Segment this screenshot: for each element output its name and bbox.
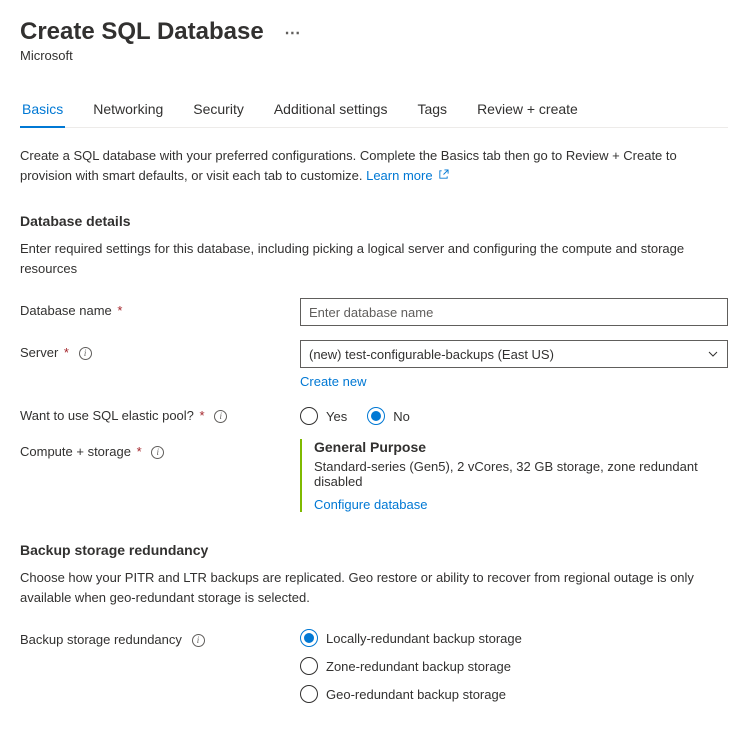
info-icon[interactable]: i	[214, 410, 227, 423]
info-icon[interactable]: i	[151, 446, 164, 459]
info-icon[interactable]: i	[79, 347, 92, 360]
tab-networking[interactable]: Networking	[91, 93, 165, 127]
radio-icon	[367, 407, 385, 425]
compute-storage-label-text: Compute + storage	[20, 444, 131, 459]
elastic-yes-label: Yes	[326, 409, 347, 424]
tab-basics[interactable]: Basics	[20, 93, 65, 127]
elastic-pool-radio-group: Yes No	[300, 403, 728, 425]
tab-tags[interactable]: Tags	[415, 93, 449, 127]
database-details-header: Database details	[20, 213, 728, 229]
tab-review-create[interactable]: Review + create	[475, 93, 580, 127]
radio-icon	[300, 407, 318, 425]
subtitle: Microsoft	[20, 48, 728, 63]
backup-zone-label: Zone-redundant backup storage	[326, 659, 511, 674]
server-label-text: Server	[20, 345, 58, 360]
db-name-label-text: Database name	[20, 303, 112, 318]
server-value: (new) test-configurable-backups (East US…	[309, 347, 554, 362]
required-mark: *	[64, 345, 69, 360]
db-name-input[interactable]	[300, 298, 728, 326]
more-icon[interactable]: ⋯	[284, 23, 300, 43]
backup-redundancy-label: Backup storage redundancy i	[20, 627, 300, 647]
backup-redundancy-label-text: Backup storage redundancy	[20, 632, 182, 647]
backup-local-label: Locally-redundant backup storage	[326, 631, 522, 646]
chevron-down-icon	[707, 348, 719, 360]
backup-geo-label: Geo-redundant backup storage	[326, 687, 506, 702]
backup-redundancy-radio-group: Locally-redundant backup storage Zone-re…	[300, 627, 728, 703]
required-mark: *	[200, 408, 205, 423]
learn-more-label: Learn more	[366, 168, 432, 183]
compute-description: Standard-series (Gen5), 2 vCores, 32 GB …	[314, 459, 728, 489]
elastic-no-label: No	[393, 409, 410, 424]
intro-text: Create a SQL database with your preferre…	[20, 146, 728, 185]
learn-more-link[interactable]: Learn more	[366, 168, 449, 183]
database-details-desc: Enter required settings for this databas…	[20, 239, 728, 278]
create-new-server-link[interactable]: Create new	[300, 374, 728, 389]
intro-body: Create a SQL database with your preferre…	[20, 148, 677, 183]
server-label: Server * i	[20, 340, 300, 360]
radio-icon	[300, 629, 318, 647]
backup-header: Backup storage redundancy	[20, 542, 728, 558]
title-text: Create SQL Database	[20, 18, 264, 45]
tabs: Basics Networking Security Additional se…	[20, 93, 728, 128]
compute-storage-label: Compute + storage * i	[20, 439, 300, 459]
info-icon[interactable]: i	[192, 634, 205, 647]
elastic-yes-radio[interactable]: Yes	[300, 407, 347, 425]
backup-desc: Choose how your PITR and LTR backups are…	[20, 568, 728, 607]
backup-local-radio[interactable]: Locally-redundant backup storage	[300, 629, 728, 647]
page-title: Create SQL Database ⋯	[20, 18, 728, 46]
server-select[interactable]: (new) test-configurable-backups (East US…	[300, 340, 728, 368]
compute-summary: General Purpose Standard-series (Gen5), …	[300, 439, 728, 512]
tab-additional-settings[interactable]: Additional settings	[272, 93, 390, 127]
external-link-icon	[438, 169, 449, 180]
db-name-label: Database name *	[20, 298, 300, 318]
compute-tier: General Purpose	[314, 439, 728, 455]
backup-zone-radio[interactable]: Zone-redundant backup storage	[300, 657, 728, 675]
radio-icon	[300, 657, 318, 675]
elastic-pool-label: Want to use SQL elastic pool? * i	[20, 403, 300, 423]
elastic-pool-label-text: Want to use SQL elastic pool?	[20, 408, 194, 423]
required-mark: *	[117, 303, 122, 318]
configure-database-link[interactable]: Configure database	[314, 497, 427, 512]
elastic-no-radio[interactable]: No	[367, 407, 410, 425]
required-mark: *	[137, 444, 142, 459]
tab-security[interactable]: Security	[191, 93, 246, 127]
radio-icon	[300, 685, 318, 703]
backup-geo-radio[interactable]: Geo-redundant backup storage	[300, 685, 728, 703]
